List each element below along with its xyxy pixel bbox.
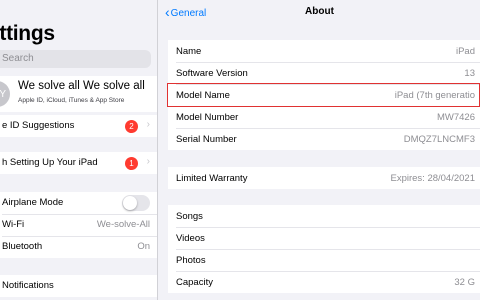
sidebar-item-bluetooth[interactable]: Bluetooth On <box>0 236 157 258</box>
divider <box>2 214 157 215</box>
sidebar-item-label: Notifications <box>2 280 54 291</box>
chevron-right-icon: › <box>146 119 150 130</box>
row-label: Photos <box>176 255 206 266</box>
model-name-highlight-box <box>167 83 480 107</box>
info-row-capacity[interactable]: Capacity 32 G <box>168 271 480 293</box>
profile-subtitle: Apple ID, iCloud, iTunes & App Store <box>18 97 125 104</box>
page-title: About <box>305 6 334 17</box>
sidebar-item-label: Wi-Fi <box>2 219 25 230</box>
apple-id-profile[interactable]: WY We solve all We solve all Apple ID, i… <box>0 76 157 112</box>
row-label: Serial Number <box>176 134 237 145</box>
info-row-videos[interactable]: Videos <box>168 227 480 249</box>
info-row-photos[interactable]: Photos <box>168 249 480 271</box>
sidebar-item-label: e ID Suggestions <box>2 120 75 131</box>
row-label: Capacity <box>176 277 213 288</box>
sidebar-item-apple-id-suggestions[interactable]: e ID Suggestions 2 › <box>0 115 157 137</box>
row-value: MW7426 <box>436 112 475 123</box>
about-panel: ‹General About Name iPad Software Versio… <box>159 0 480 300</box>
profile-name: We solve all We solve all <box>18 80 145 92</box>
row-label: Model Number <box>176 112 239 123</box>
info-row-songs[interactable]: Songs <box>168 205 480 227</box>
row-label: Name <box>176 46 202 57</box>
row-value: Expires: 28/04/2021 <box>390 173 475 184</box>
row-label: Software Version <box>176 68 248 79</box>
sidebar-title: ettings <box>0 22 55 45</box>
sidebar-item-airplane-mode[interactable]: Airplane Mode <box>0 192 157 214</box>
media-group: Songs Videos Photos Capacity 32 G <box>168 205 480 293</box>
sidebar-item-label: Bluetooth <box>2 241 43 252</box>
row-label: Videos <box>176 233 205 244</box>
sidebar-item-label: h Setting Up Your iPad <box>2 157 98 168</box>
chevron-right-icon: › <box>146 156 150 167</box>
row-value: DMQZ7LNCMF3 <box>403 134 475 145</box>
row-value: 32 G <box>454 277 475 288</box>
search-field[interactable]: Search <box>0 50 151 68</box>
sidebar-item-wifi[interactable]: Wi-Fi We-solve-All <box>0 214 157 236</box>
notification-badge: 2 <box>125 120 138 133</box>
info-row-software-version[interactable]: Software Version 13 <box>168 62 480 84</box>
wifi-value: We-solve-All <box>96 219 150 230</box>
airplane-mode-toggle[interactable] <box>122 195 150 211</box>
warranty-group: Limited Warranty Expires: 28/04/2021 <box>168 167 480 189</box>
info-row-model-number[interactable]: Model Number MW7426 <box>168 106 480 128</box>
row-label: Limited Warranty <box>176 173 248 184</box>
row-value: 13 <box>464 68 475 79</box>
notification-badge: 1 <box>125 157 138 170</box>
row-label: Songs <box>176 211 203 222</box>
sidebar-item-notifications[interactable]: Notifications <box>0 275 157 297</box>
settings-sidebar: ettings Search WY We solve all We solve … <box>0 0 158 300</box>
row-value: iPad <box>455 46 475 57</box>
toggle-knob <box>123 196 137 210</box>
avatar: WY <box>0 81 10 107</box>
sidebar-item-finish-setting-up[interactable]: h Setting Up Your iPad 1 › <box>0 152 157 174</box>
bluetooth-value: On <box>137 241 150 252</box>
info-row-limited-warranty[interactable]: Limited Warranty Expires: 28/04/2021 <box>168 167 480 189</box>
info-row-serial-number[interactable]: Serial Number DMQZ7LNCMF3 <box>168 128 480 150</box>
divider <box>2 236 157 237</box>
sidebar-item-label: Airplane Mode <box>2 197 64 208</box>
info-row-name[interactable]: Name iPad <box>168 40 480 62</box>
